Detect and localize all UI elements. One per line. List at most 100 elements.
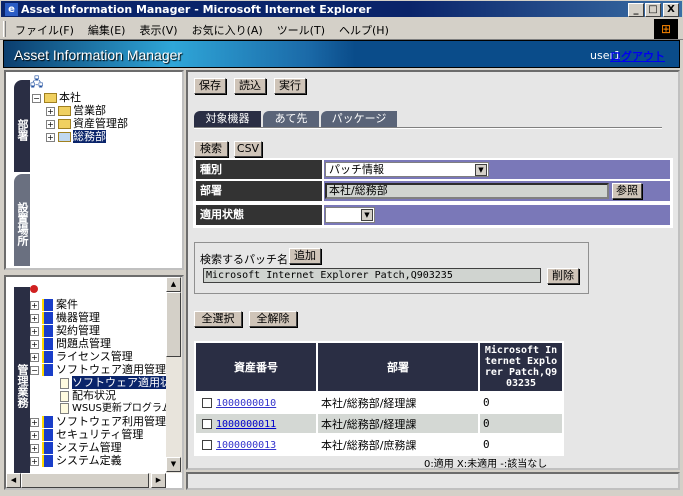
asset-link[interactable]: 1000000011 [216,419,276,430]
asset-link[interactable]: 1000000013 [216,440,276,451]
expand-icon[interactable]: + [30,456,39,466]
status-label: 適用状態 [196,205,322,225]
menu-tools[interactable]: ツール(T) [270,22,332,38]
chevron-down-icon[interactable]: ▼ [475,164,487,176]
expand-icon[interactable]: + [30,313,39,323]
chevron-down-icon[interactable]: ▼ [361,209,373,221]
expand-icon[interactable]: + [30,339,39,349]
expand-icon[interactable]: + [30,417,39,427]
column-asset-number[interactable]: 資産番号 [196,343,316,391]
column-department[interactable]: 部署 [318,343,478,391]
book-icon [42,416,53,428]
expand-icon[interactable]: + [46,106,55,116]
status-select[interactable]: ▼ [325,207,375,223]
toolbar-grip [3,21,6,37]
expand-icon[interactable]: + [30,300,39,310]
tree-node[interactable]: + ライセンス管理 [30,350,133,363]
tree-node-selected[interactable]: + 総務部 [46,130,106,143]
app-title: Asset Information Manager [14,47,183,63]
menu-help[interactable]: ヘルプ(H) [332,22,396,38]
deselect-all-button[interactable]: 全解除 [249,311,297,327]
tree-node[interactable]: − ソフトウェア適用管理 [30,363,166,376]
scroll-thumb[interactable] [21,473,149,488]
scroll-up-button[interactable]: ▲ [166,277,181,292]
tree-node[interactable]: + セキュリティ管理 [30,428,143,441]
tree-node[interactable]: + 機器管理 [30,311,100,324]
scroll-down-button[interactable]: ▼ [166,457,181,472]
vertical-scrollbar[interactable]: ▲ ▼ [166,277,182,473]
tree-label: ライセンス管理 [56,350,133,363]
document-icon [60,390,69,402]
csv-button[interactable]: CSV [234,141,262,157]
tree-label: 問題点管理 [56,337,111,350]
department-cell: 本社/総務部/庶務課 [321,438,417,452]
tree-node[interactable]: + 問題点管理 [30,337,111,350]
folder-icon [44,93,57,103]
patch-name-label: 検索するパッチ名 [200,253,288,266]
maximize-button[interactable]: □ [645,3,661,17]
tree-node[interactable]: WSUS更新プログラム管理 [60,402,166,415]
close-button[interactable]: X [663,3,679,17]
tree-label: 本社 [59,91,81,104]
department-cell: 本社/総務部/経理課 [321,396,417,410]
tree-node[interactable]: + 契約管理 [30,324,100,337]
column-patch[interactable]: Microsoft Internet Explorer Patch,Q90323… [480,343,562,391]
table-row: 1000000010 本社/総務部/経理課 0 [196,393,562,412]
expand-icon[interactable]: + [46,132,55,142]
expand-icon[interactable]: + [30,430,39,440]
logout-link[interactable]: ログアウト [610,48,665,64]
tree-node[interactable]: + システム管理 [30,441,122,454]
scroll-left-button[interactable]: ◀ [6,473,21,488]
collapse-icon[interactable]: − [32,93,41,103]
browse-button[interactable]: 参照 [612,183,642,199]
tree-node[interactable]: − 本社 [32,91,81,104]
tree-label: 総務部 [73,130,106,143]
tree-node[interactable]: 配布状況 [60,389,116,402]
minimize-button[interactable]: _ [628,3,644,17]
row-checkbox[interactable] [202,440,212,450]
type-select[interactable]: パッチ情報 ▼ [325,162,489,177]
tab-target-devices[interactable]: 対象機器 [194,111,261,127]
tab-package[interactable]: パッケージ [321,111,397,127]
tree-label: 営業部 [73,104,106,117]
tree-node[interactable]: + ソフトウェア利用管理 [30,415,166,428]
expand-icon[interactable]: + [30,443,39,453]
menu-file[interactable]: ファイル(F) [8,22,81,38]
tree-label: システム管理 [56,441,122,454]
expand-icon[interactable]: + [30,352,39,362]
save-button[interactable]: 保存 [194,78,226,94]
delete-button[interactable]: 削除 [547,268,579,284]
department-field[interactable]: 本社/総務部 [325,183,609,199]
search-button[interactable]: 検索 [194,141,228,157]
tree-node[interactable]: + 案件 [30,298,78,311]
expand-icon[interactable]: + [46,119,55,129]
tree-node-selected[interactable]: ソフトウェア適用状況 [60,376,166,389]
ie-icon: e [5,3,18,16]
row-checkbox[interactable] [202,398,212,408]
type-cell: パッチ情報 ▼ [324,160,670,179]
tree-node[interactable]: + システム定義 [30,454,122,467]
run-button[interactable]: 実行 [274,78,306,94]
asset-link[interactable]: 1000000010 [216,398,276,409]
scroll-thumb[interactable] [166,292,181,357]
add-button[interactable]: 追加 [289,248,321,264]
load-button[interactable]: 読込 [234,78,266,94]
tree-node[interactable]: + 営業部 [46,104,106,117]
book-icon [42,429,53,441]
tab-location[interactable]: 設置場所 [14,174,30,266]
menu-favorites[interactable]: お気に入り(A) [185,22,270,38]
collapse-icon[interactable]: − [30,365,39,375]
row-checkbox[interactable] [202,419,212,429]
tree-node[interactable]: + 資産管理部 [46,117,128,130]
folder-icon [58,119,71,129]
horizontal-scrollbar[interactable]: ◀ ▶ [6,473,166,488]
select-all-button[interactable]: 全選択 [194,311,242,327]
patch-name-list[interactable]: Microsoft Internet Explorer Patch,Q90323… [203,268,541,283]
scroll-right-button[interactable]: ▶ [151,473,166,488]
menu-edit[interactable]: 編集(E) [81,22,133,38]
expand-icon[interactable]: + [30,326,39,336]
open-folder-icon [58,132,71,142]
tab-department[interactable]: 部署 [14,80,30,172]
menu-view[interactable]: 表示(V) [132,22,184,38]
tab-destination[interactable]: あて先 [263,111,319,127]
